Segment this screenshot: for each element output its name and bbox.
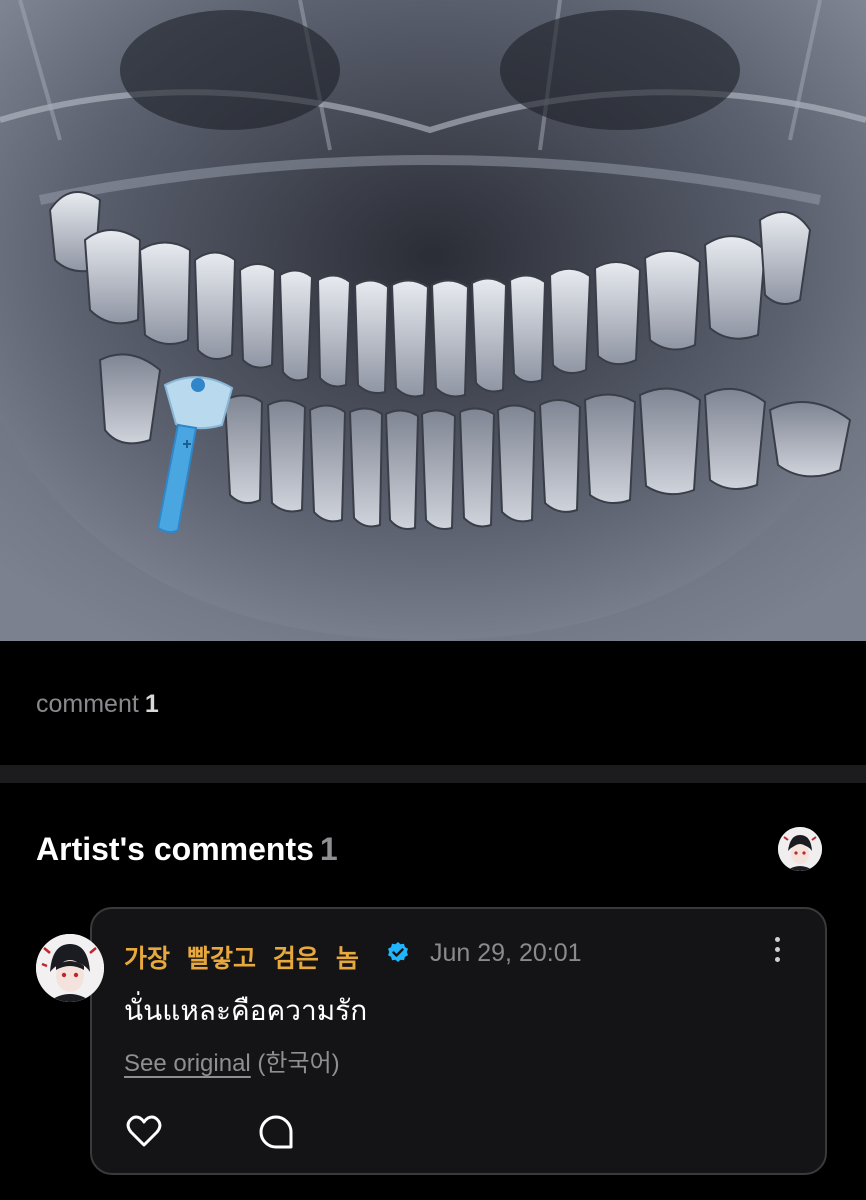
comment-date: Jun 29, 20:01 — [430, 939, 582, 967]
comment-label: comment — [36, 690, 139, 718]
comment-author-avatar[interactable] — [36, 934, 104, 1002]
comment-card: 가장 빨갛고 검은 놈 Jun 29, 20:01 นั่นแหละคือควา… — [90, 907, 827, 1175]
comment-text: นั่นแหละคือความรัก — [124, 995, 368, 1026]
more-vertical-icon[interactable] — [772, 937, 782, 971]
artist-comments-count: 1 — [319, 831, 338, 867]
see-original-row: See original (한국어) — [124, 1043, 340, 1078]
artist-avatar-icon[interactable] — [778, 827, 822, 871]
artist-comments-heading: Artist's comments 1 — [36, 831, 338, 868]
reply-bubble-icon[interactable] — [258, 1114, 294, 1150]
section-divider — [0, 765, 866, 783]
comment-count-number: 1 — [144, 690, 159, 718]
original-language: (한국어) — [257, 1050, 340, 1077]
heart-icon[interactable] — [126, 1114, 162, 1148]
comment-count[interactable]: comment 1 — [36, 690, 159, 719]
post-image-xray — [0, 0, 866, 641]
see-original-link[interactable]: See original — [124, 1050, 251, 1077]
comment-author-name[interactable]: 가장 빨갛고 검은 놈 — [124, 939, 359, 975]
verified-badge-icon — [388, 942, 408, 962]
artist-comments-title: Artist's comments — [36, 831, 314, 867]
